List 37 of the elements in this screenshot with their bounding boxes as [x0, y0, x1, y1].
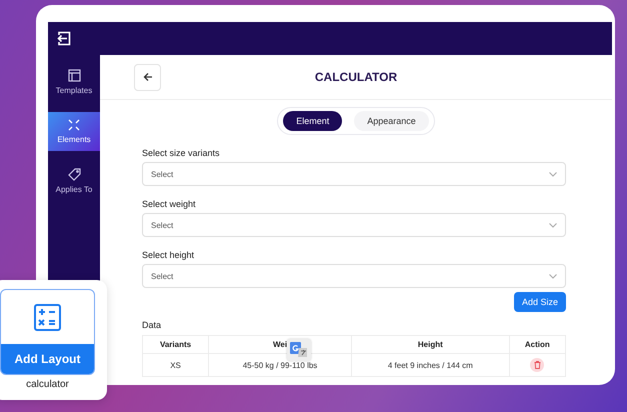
- column-header: Wei: [272, 340, 288, 349]
- sidebar-item[interactable]: Applies To: [48, 161, 100, 201]
- trash-icon: [534, 361, 541, 369]
- tag-icon: [68, 168, 80, 181]
- chevron-down-icon: [549, 222, 557, 228]
- delete-button[interactable]: [530, 358, 544, 372]
- translate-icon[interactable]: [287, 339, 312, 361]
- table-cell: XS: [170, 360, 181, 370]
- expand-icon: [68, 119, 80, 131]
- column-header: Variants: [160, 340, 192, 349]
- column-header: Action: [524, 340, 550, 349]
- table-cell: 45-50 kg / 99-110 lbs: [242, 360, 318, 370]
- select-field[interactable]: Select: [142, 264, 566, 288]
- select-field[interactable]: Select: [142, 213, 566, 237]
- add-layout-button[interactable]: Add Layout: [1, 344, 94, 374]
- field-label: Select size variants: [142, 148, 221, 158]
- sidebar-item[interactable]: Templates: [48, 62, 100, 102]
- chevron-down-icon: [549, 274, 557, 278]
- layout-icon: [68, 69, 80, 82]
- table-cell: 4 feet 9 inches / 144 cm: [388, 360, 473, 370]
- table-title: Data: [142, 320, 162, 330]
- chevron-down-icon: [549, 172, 557, 176]
- back-button[interactable]: [134, 64, 161, 90]
- calculator-icon: [34, 304, 61, 330]
- page-title: CALCULATOR: [314, 70, 398, 84]
- layout-tile[interactable]: Add Layout: [0, 289, 95, 375]
- back-arrow-icon: [142, 72, 152, 82]
- field-label: Select weight: [142, 199, 197, 209]
- tab[interactable]: Appearance: [354, 111, 429, 131]
- sidebar-item[interactable]: Elements: [48, 112, 100, 151]
- tab[interactable]: Element: [283, 111, 342, 131]
- select-field[interactable]: Select: [142, 162, 566, 186]
- column-header: Height: [418, 340, 443, 349]
- exit-icon[interactable]: [56, 31, 71, 46]
- field-label: Select height: [142, 250, 196, 260]
- add-size-button[interactable]: Add Size: [514, 292, 566, 312]
- layout-caption: calculator: [25, 379, 70, 390]
